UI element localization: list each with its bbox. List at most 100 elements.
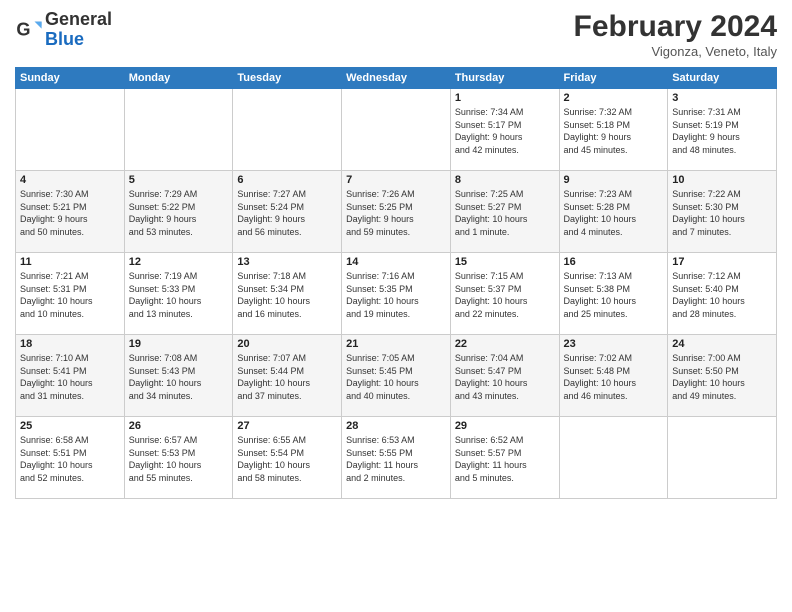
day-number: 25 [20, 420, 120, 432]
day-header-saturday: Saturday [668, 68, 777, 89]
day-cell: 8Sunrise: 7:25 AM Sunset: 5:27 PM Daylig… [450, 171, 559, 253]
logo: G General Blue [15, 10, 112, 50]
day-cell: 18Sunrise: 7:10 AM Sunset: 5:41 PM Dayli… [16, 335, 125, 417]
day-info: Sunrise: 7:04 AM Sunset: 5:47 PM Dayligh… [455, 352, 555, 402]
day-number: 15 [455, 256, 555, 268]
week-row-2: 11 Sunrise: 7:21 AM Sunset: 5:31 PM Dayli… [16, 253, 777, 335]
day-info: Sunrise: 7:05 AM Sunset: 5:45 PM Dayligh… [346, 352, 446, 402]
day-header-sunday: Sunday [16, 68, 125, 89]
day-cell [668, 417, 777, 499]
day-number: 4 [20, 174, 120, 186]
calendar-table: SundayMondayTuesdayWednesdayThursdayFrid… [15, 67, 777, 499]
day-info: Sunrise: 6:52 AM Sunset: 5:57 PM Dayligh… [455, 434, 555, 484]
day-info: Sunrise: 7:13 AM Sunset: 5:38 PM Dayligh… [564, 270, 664, 320]
day-number: 23 [564, 338, 664, 350]
day-info: Sunrise: 7:10 AM Sunset: 5:41 PM Dayligh… [20, 352, 120, 402]
week-row-3: 18Sunrise: 7:10 AM Sunset: 5:41 PM Dayli… [16, 335, 777, 417]
day-number: 7 [346, 174, 446, 186]
day-cell: 19Sunrise: 7:08 AM Sunset: 5:43 PM Dayli… [124, 335, 233, 417]
header: G General Blue February 2024 Vigonza, Ve… [15, 10, 777, 59]
day-cell [124, 89, 233, 171]
title-block: February 2024 Vigonza, Veneto, Italy [574, 10, 777, 59]
day-number: 14 [346, 256, 446, 268]
day-number: 3 [672, 92, 772, 104]
day-info: Sunrise: 7:19 AM Sunset: 5:33 PM Dayligh… [129, 270, 229, 320]
day-cell [233, 89, 342, 171]
day-header-wednesday: Wednesday [342, 68, 451, 89]
day-cell: 7 Sunrise: 7:26 AM Sunset: 5:25 PM Daylig… [342, 171, 451, 253]
main-container: G General Blue February 2024 Vigonza, Ve… [0, 0, 792, 504]
day-info: Sunrise: 7:32 AM Sunset: 5:18 PM Dayligh… [564, 106, 664, 156]
day-cell: 9Sunrise: 7:23 AM Sunset: 5:28 PM Daylig… [559, 171, 668, 253]
day-info: Sunrise: 7:29 AM Sunset: 5:22 PM Dayligh… [129, 188, 229, 238]
svg-text:G: G [16, 19, 30, 39]
week-row-4: 25 Sunrise: 6:58 AM Sunset: 5:51 PM Dayli… [16, 417, 777, 499]
day-info: Sunrise: 7:26 AM Sunset: 5:25 PM Dayligh… [346, 188, 446, 238]
day-info: Sunrise: 7:27 AM Sunset: 5:24 PM Dayligh… [237, 188, 337, 238]
day-header-friday: Friday [559, 68, 668, 89]
day-info: Sunrise: 7:15 AM Sunset: 5:37 PM Dayligh… [455, 270, 555, 320]
day-info: Sunrise: 7:08 AM Sunset: 5:43 PM Dayligh… [129, 352, 229, 402]
day-info: Sunrise: 7:22 AM Sunset: 5:30 PM Dayligh… [672, 188, 772, 238]
logo-icon: G [15, 16, 43, 44]
day-number: 22 [455, 338, 555, 350]
day-info: Sunrise: 6:58 AM Sunset: 5:51 PM Dayligh… [20, 434, 120, 484]
day-info: Sunrise: 7:12 AM Sunset: 5:40 PM Dayligh… [672, 270, 772, 320]
day-cell: 5 Sunrise: 7:29 AM Sunset: 5:22 PM Daylig… [124, 171, 233, 253]
day-info: Sunrise: 6:57 AM Sunset: 5:53 PM Dayligh… [129, 434, 229, 484]
header-row: SundayMondayTuesdayWednesdayThursdayFrid… [16, 68, 777, 89]
day-number: 28 [346, 420, 446, 432]
day-number: 27 [237, 420, 337, 432]
day-cell [559, 417, 668, 499]
week-row-0: 1Sunrise: 7:34 AM Sunset: 5:17 PM Daylig… [16, 89, 777, 171]
location-subtitle: Vigonza, Veneto, Italy [574, 44, 777, 59]
day-cell: 11 Sunrise: 7:21 AM Sunset: 5:31 PM Dayli… [16, 253, 125, 335]
day-info: Sunrise: 7:07 AM Sunset: 5:44 PM Dayligh… [237, 352, 337, 402]
day-cell: 21Sunrise: 7:05 AM Sunset: 5:45 PM Dayli… [342, 335, 451, 417]
day-number: 11 [20, 256, 120, 268]
day-cell: 14 Sunrise: 7:16 AM Sunset: 5:35 PM Dayli… [342, 253, 451, 335]
day-number: 20 [237, 338, 337, 350]
day-cell: 4Sunrise: 7:30 AM Sunset: 5:21 PM Daylig… [16, 171, 125, 253]
day-number: 13 [237, 256, 337, 268]
day-cell: 6 Sunrise: 7:27 AM Sunset: 5:24 PM Daylig… [233, 171, 342, 253]
day-cell: 10 Sunrise: 7:22 AM Sunset: 5:30 PM Dayli… [668, 171, 777, 253]
day-cell: 29 Sunrise: 6:52 AM Sunset: 5:57 PM Dayli… [450, 417, 559, 499]
day-cell: 17 Sunrise: 7:12 AM Sunset: 5:40 PM Dayli… [668, 253, 777, 335]
day-info: Sunrise: 7:25 AM Sunset: 5:27 PM Dayligh… [455, 188, 555, 238]
day-info: Sunrise: 7:18 AM Sunset: 5:34 PM Dayligh… [237, 270, 337, 320]
day-info: Sunrise: 7:00 AM Sunset: 5:50 PM Dayligh… [672, 352, 772, 402]
day-number: 10 [672, 174, 772, 186]
day-info: Sunrise: 7:21 AM Sunset: 5:31 PM Dayligh… [20, 270, 120, 320]
day-cell: 27Sunrise: 6:55 AM Sunset: 5:54 PM Dayli… [233, 417, 342, 499]
day-info: Sunrise: 7:16 AM Sunset: 5:35 PM Dayligh… [346, 270, 446, 320]
day-number: 29 [455, 420, 555, 432]
day-number: 24 [672, 338, 772, 350]
day-info: Sunrise: 6:53 AM Sunset: 5:55 PM Dayligh… [346, 434, 446, 484]
month-title: February 2024 [574, 10, 777, 44]
day-cell [16, 89, 125, 171]
day-cell: 15 Sunrise: 7:15 AM Sunset: 5:37 PM Dayli… [450, 253, 559, 335]
day-number: 5 [129, 174, 229, 186]
day-cell: 26Sunrise: 6:57 AM Sunset: 5:53 PM Dayli… [124, 417, 233, 499]
day-cell: 23 Sunrise: 7:02 AM Sunset: 5:48 PM Dayli… [559, 335, 668, 417]
day-cell: 13 Sunrise: 7:18 AM Sunset: 5:34 PM Dayli… [233, 253, 342, 335]
day-info: Sunrise: 7:31 AM Sunset: 5:19 PM Dayligh… [672, 106, 772, 156]
day-info: Sunrise: 7:23 AM Sunset: 5:28 PM Dayligh… [564, 188, 664, 238]
day-cell: 16Sunrise: 7:13 AM Sunset: 5:38 PM Dayli… [559, 253, 668, 335]
day-cell: 2Sunrise: 7:32 AM Sunset: 5:18 PM Daylig… [559, 89, 668, 171]
day-cell: 24 Sunrise: 7:00 AM Sunset: 5:50 PM Dayli… [668, 335, 777, 417]
day-number: 6 [237, 174, 337, 186]
day-number: 12 [129, 256, 229, 268]
day-header-thursday: Thursday [450, 68, 559, 89]
day-number: 17 [672, 256, 772, 268]
day-header-monday: Monday [124, 68, 233, 89]
day-cell: 25 Sunrise: 6:58 AM Sunset: 5:51 PM Dayli… [16, 417, 125, 499]
day-cell: 20 Sunrise: 7:07 AM Sunset: 5:44 PM Dayli… [233, 335, 342, 417]
day-cell [342, 89, 451, 171]
day-info: Sunrise: 7:02 AM Sunset: 5:48 PM Dayligh… [564, 352, 664, 402]
day-number: 1 [455, 92, 555, 104]
day-cell: 12 Sunrise: 7:19 AM Sunset: 5:33 PM Dayli… [124, 253, 233, 335]
day-cell: 28 Sunrise: 6:53 AM Sunset: 5:55 PM Dayli… [342, 417, 451, 499]
day-cell: 3 Sunrise: 7:31 AM Sunset: 5:19 PM Daylig… [668, 89, 777, 171]
